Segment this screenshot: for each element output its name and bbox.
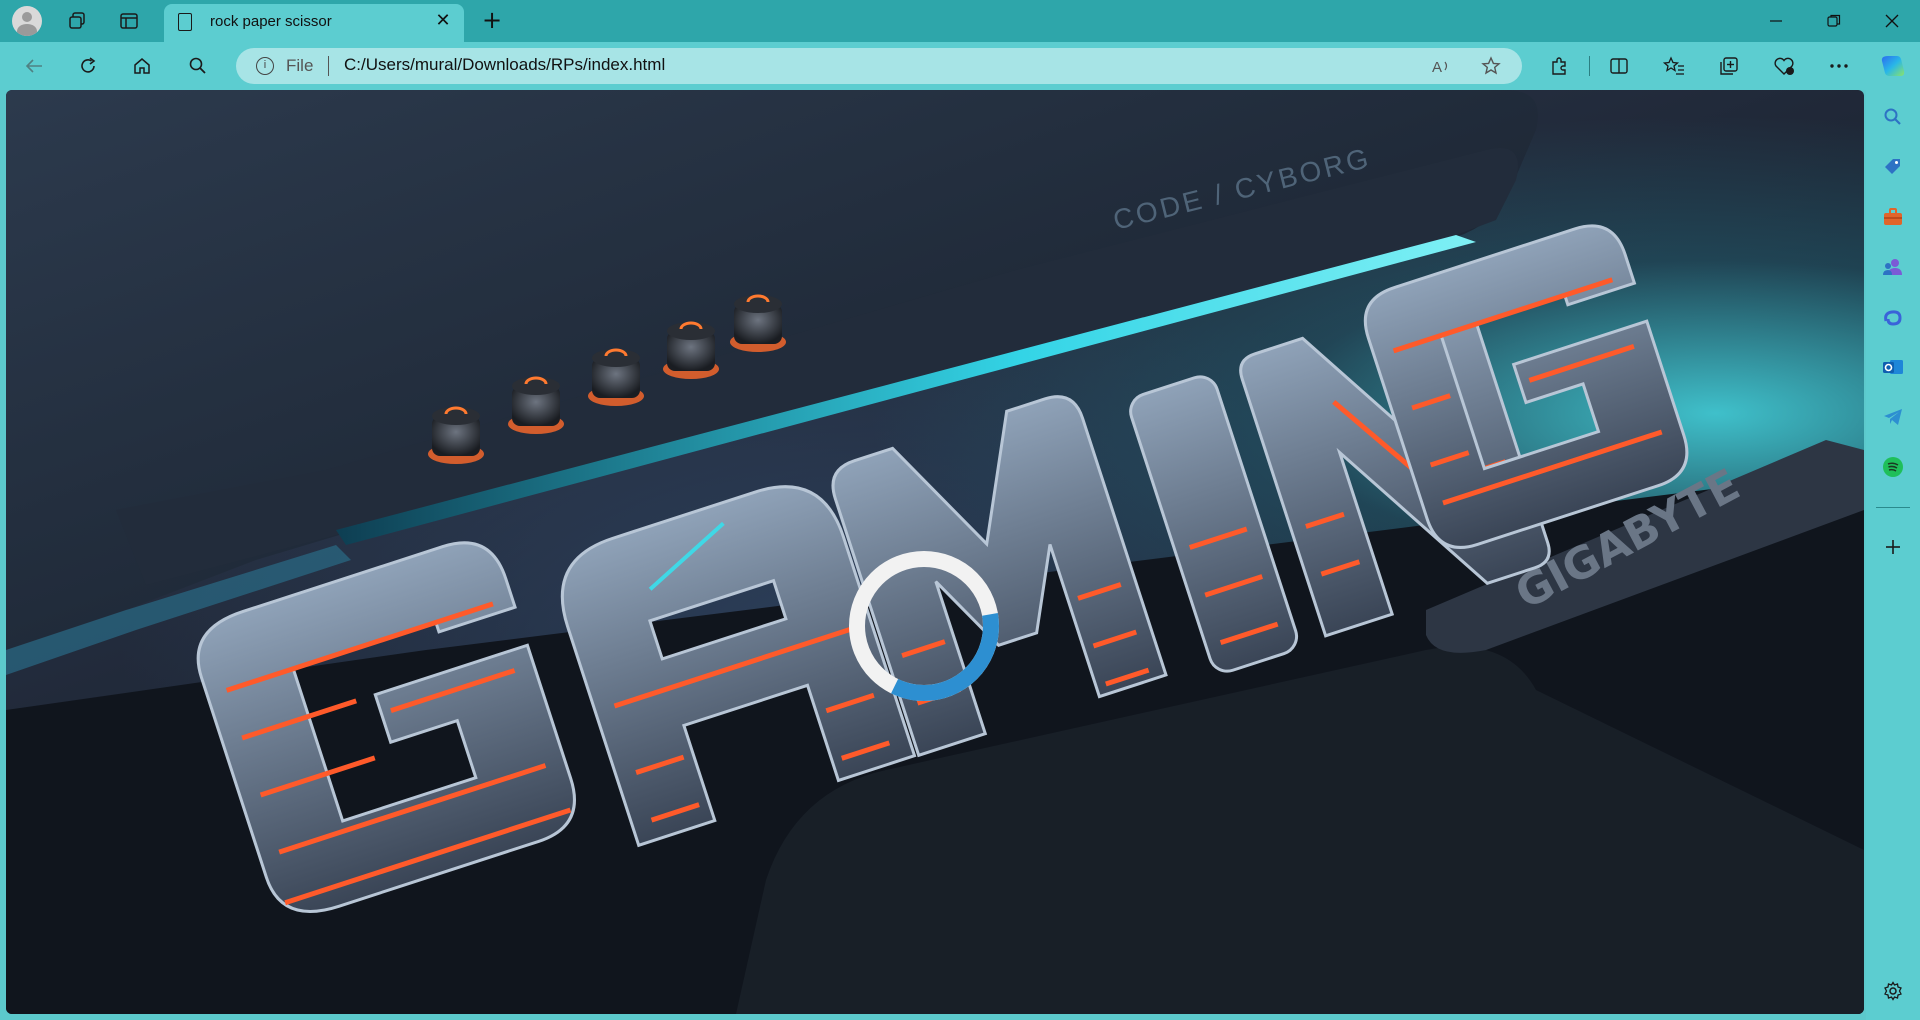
address-separator <box>328 56 329 76</box>
extensions-icon[interactable] <box>1541 50 1577 82</box>
tab-active[interactable]: rock paper scissor ✕ <box>164 4 464 42</box>
tab-close-button[interactable]: ✕ <box>432 10 454 32</box>
restore-button[interactable] <box>1806 0 1862 42</box>
sidebar-divider <box>1876 507 1910 508</box>
split-screen-icon[interactable] <box>1601 50 1637 82</box>
home-icon[interactable] <box>124 50 160 82</box>
document-icon <box>178 13 192 31</box>
svg-text:A: A <box>1432 59 1442 75</box>
address-scheme-label: File <box>286 56 314 75</box>
close-window-button[interactable] <box>1864 0 1920 42</box>
tab-actions-icon[interactable] <box>114 6 144 36</box>
page-viewport: CODE / CYBORG GIGABYTE <box>6 90 1864 1014</box>
minimize-button[interactable] <box>1748 0 1804 42</box>
favorites-icon[interactable] <box>1656 50 1692 82</box>
browser-essentials-icon[interactable] <box>1766 50 1802 82</box>
info-icon[interactable]: i <box>256 57 274 75</box>
browser-toolbar: i File C:/Users/mural/Downloads/RPs/inde… <box>0 42 1920 90</box>
title-bar: rock paper scissor ✕ + <box>0 0 1920 42</box>
address-bar[interactable]: i File C:/Users/mural/Downloads/RPs/inde… <box>236 48 1522 84</box>
edge-sidebar <box>1866 90 1920 1020</box>
search-icon[interactable] <box>1880 104 1906 130</box>
back-icon[interactable] <box>16 50 52 82</box>
favorite-star-icon[interactable] <box>1478 53 1504 79</box>
people-icon[interactable] <box>1880 254 1906 280</box>
tab-title: rock paper scissor <box>210 13 332 30</box>
search-icon[interactable] <box>180 50 216 82</box>
outlook-icon[interactable] <box>1880 354 1906 380</box>
workspaces-icon[interactable] <box>62 6 92 36</box>
refresh-icon[interactable] <box>70 50 106 82</box>
profile-avatar-icon[interactable] <box>12 6 42 36</box>
more-icon[interactable] <box>1821 50 1857 82</box>
loading-spinner <box>849 551 999 701</box>
spotify-icon[interactable] <box>1880 454 1906 480</box>
tools-briefcase-icon[interactable] <box>1880 204 1906 230</box>
collections-icon[interactable] <box>1711 50 1747 82</box>
telegram-icon[interactable] <box>1880 404 1906 430</box>
toolbar-divider <box>1589 56 1590 76</box>
copilot-icon[interactable] <box>1875 50 1911 82</box>
copilot-swirl-icon[interactable] <box>1880 304 1906 330</box>
shopping-tag-icon[interactable] <box>1880 154 1906 180</box>
loader-progress-arc <box>849 551 999 701</box>
new-tab-button[interactable]: + <box>477 6 507 36</box>
add-icon[interactable] <box>1880 534 1906 560</box>
read-aloud-icon[interactable]: A <box>1429 53 1455 79</box>
settings-gear-icon[interactable] <box>1880 978 1906 1004</box>
address-url[interactable]: C:/Users/mural/Downloads/RPs/index.html <box>344 55 665 75</box>
